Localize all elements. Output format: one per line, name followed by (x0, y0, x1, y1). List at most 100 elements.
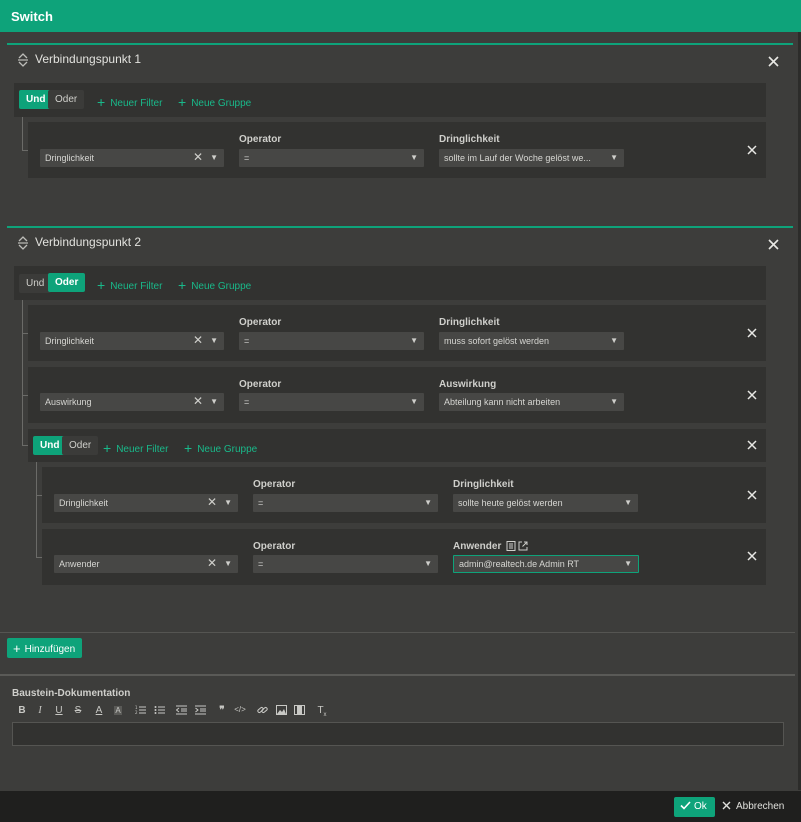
window-title: Switch (0, 0, 801, 32)
new-filter-button[interactable]: + Neuer Filter (103, 439, 168, 456)
operator-select[interactable]: = ▼ (239, 332, 424, 350)
plus-icon: + (13, 641, 21, 656)
value-select[interactable]: muss sofort gelöst werden ▼ (439, 332, 624, 350)
filter-group-toolbar: Und Oder + Neuer Filter + Neue Gruppe (14, 83, 766, 117)
field-select[interactable]: Dringlichkeit ✕ ▼ (40, 332, 224, 350)
filter-group-toolbar: Und Oder + Neuer Filter + Neue Gruppe (14, 266, 766, 300)
plus-icon: + (184, 440, 193, 456)
new-group-button[interactable]: + Neue Gruppe (178, 276, 251, 293)
font-color-icon[interactable]: A (92, 705, 106, 716)
clear-icon[interactable]: ✕ (207, 554, 217, 572)
remove-filter-icon[interactable] (747, 551, 759, 563)
add-button[interactable]: + Hinzufügen (7, 638, 83, 658)
bullet-list-icon[interactable] (152, 705, 166, 718)
video-icon[interactable] (292, 705, 306, 718)
clear-format-icon[interactable]: Tx (315, 705, 329, 718)
value-label: Anwender (453, 541, 502, 552)
section-header: Verbindungspunkt 1 (7, 45, 793, 75)
clear-icon[interactable]: ✕ (193, 331, 203, 349)
new-group-button[interactable]: + Neue Gruppe (178, 93, 251, 110)
value-select[interactable]: sollte im Lauf der Woche gelöst we... ▼ (439, 149, 624, 167)
filter-row: Anwender ✕ ▼ Operator = ▼ Anwender admin@re… (42, 529, 766, 585)
nested-group-toolbar: Und Oder + Neuer Filter + Neue Gruppe (28, 429, 766, 462)
field-select[interactable]: Auswirkung ✕ ▼ (40, 393, 224, 411)
clear-icon[interactable]: ✕ (207, 493, 217, 511)
documentation-label: Baustein-Dokumentation (12, 688, 131, 699)
italic-icon[interactable]: I (33, 705, 47, 716)
plus-icon: + (178, 94, 187, 110)
new-filter-button[interactable]: + Neuer Filter (97, 93, 162, 110)
operator-select[interactable]: = ▼ (253, 494, 438, 512)
external-link-icon[interactable] (518, 541, 528, 554)
chevron-down-icon: ▼ (610, 153, 618, 162)
new-filter-button[interactable]: + Neuer Filter (97, 276, 162, 293)
sort-handle-icon[interactable] (17, 236, 29, 250)
clear-icon[interactable]: ✕ (193, 392, 203, 410)
operator-label: Operator (253, 541, 296, 552)
chevron-down-icon: ▼ (410, 397, 418, 406)
background-color-icon[interactable]: A (111, 705, 125, 716)
remove-filter-icon[interactable] (747, 390, 759, 402)
plus-icon: + (97, 94, 106, 110)
dialog-footer: Ok Abbrechen (0, 791, 801, 822)
ordered-list-icon[interactable]: 12 (133, 705, 147, 718)
ok-button[interactable]: Ok (674, 797, 715, 817)
blockquote-icon[interactable]: ❞ (215, 705, 229, 716)
documentation-editor[interactable] (12, 722, 784, 746)
bold-icon[interactable]: B (15, 705, 29, 716)
filter-row: Dringlichkeit ✕ ▼ Operator = ▼ Dringlichkei… (42, 467, 766, 523)
value-label: Dringlichkeit (439, 317, 500, 328)
remove-group-icon[interactable] (747, 440, 759, 452)
or-toggle-button[interactable]: Oder (48, 90, 85, 109)
clear-icon[interactable]: ✕ (193, 148, 203, 166)
remove-filter-icon[interactable] (747, 145, 759, 157)
plus-icon: + (97, 277, 106, 293)
strikethrough-icon[interactable]: S (71, 705, 85, 716)
remove-filter-icon[interactable] (747, 490, 759, 502)
close-icon[interactable] (768, 239, 780, 251)
chevron-down-icon: ▼ (224, 498, 232, 507)
chevron-down-icon: ▼ (224, 559, 232, 568)
field-select[interactable]: Anwender ✕ ▼ (54, 555, 238, 573)
code-icon[interactable]: </> (233, 705, 247, 714)
chevron-down-icon: ▼ (410, 153, 418, 162)
close-icon (722, 801, 731, 810)
chevron-down-icon: ▼ (624, 559, 632, 568)
operator-select[interactable]: = ▼ (253, 555, 438, 573)
check-icon (680, 801, 691, 810)
divider (0, 632, 795, 633)
link-icon[interactable] (255, 705, 269, 718)
new-group-button[interactable]: + Neue Gruppe (184, 439, 257, 456)
value-select[interactable]: Abteilung kann nicht arbeiten ▼ (439, 393, 624, 411)
close-icon[interactable] (768, 56, 780, 68)
sort-handle-icon[interactable] (17, 53, 29, 67)
and-toggle-button[interactable]: Und (19, 274, 52, 293)
indent-icon[interactable] (193, 705, 207, 718)
chevron-down-icon: ▼ (424, 498, 432, 507)
operator-select[interactable]: = ▼ (239, 149, 424, 167)
outdent-icon[interactable] (174, 705, 188, 718)
image-icon[interactable] (274, 705, 288, 718)
filter-row: Auswirkung ✕ ▼ Operator = ▼ Auswirkung Abte… (28, 367, 766, 423)
value-select[interactable]: sollte heute gelöst werden ▼ (453, 494, 638, 512)
chevron-down-icon: ▼ (210, 153, 218, 162)
chevron-down-icon: ▼ (610, 336, 618, 345)
or-toggle-button[interactable]: Oder (48, 273, 86, 292)
value-label: Dringlichkeit (439, 134, 500, 145)
value-select[interactable]: admin@realtech.de Admin RT ▼ (453, 555, 639, 573)
connection-point-1: Verbindungspunkt 1 Und Oder + Neuer Filte… (7, 43, 793, 225)
underline-icon[interactable]: U (52, 705, 66, 716)
remove-filter-icon[interactable] (747, 328, 759, 340)
filter-row: Dringlichkeit ✕ ▼ Operator = ▼ Dringlichkei… (28, 305, 766, 361)
operator-label: Operator (239, 134, 282, 145)
value-label: Auswirkung (439, 379, 497, 390)
list-icon[interactable] (506, 541, 516, 554)
cancel-button[interactable]: Abbrechen (722, 797, 784, 817)
section-title: Verbindungspunkt 1 (35, 52, 142, 66)
operator-select[interactable]: = ▼ (239, 393, 424, 411)
background-color-swatch: A (114, 706, 122, 715)
tree-connector (22, 117, 23, 150)
field-select[interactable]: Dringlichkeit ✕ ▼ (54, 494, 238, 512)
field-select[interactable]: Dringlichkeit ✕ ▼ (40, 149, 224, 167)
or-toggle-button[interactable]: Oder (62, 436, 99, 455)
